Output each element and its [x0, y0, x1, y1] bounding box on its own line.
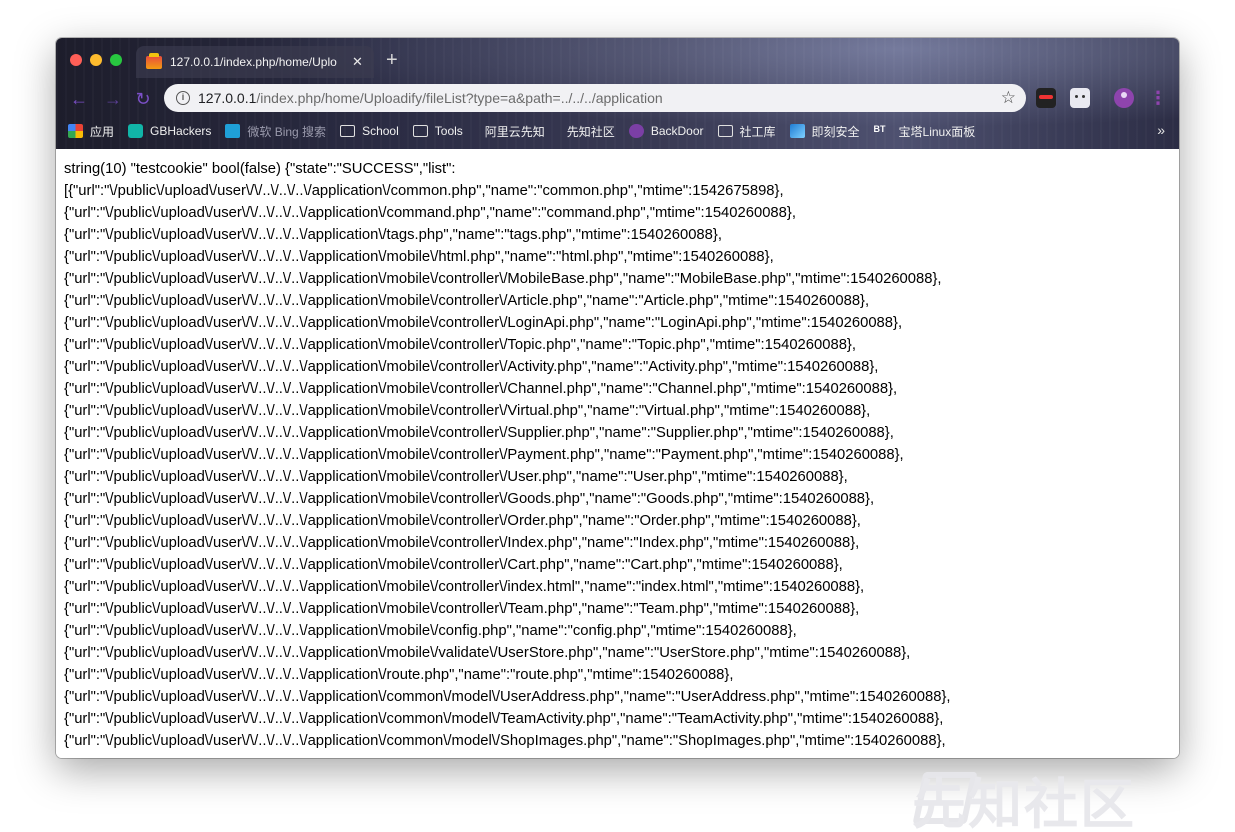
response-line: string(10) "testcookie" bool(false) {"st… [64, 161, 456, 177]
site-favicon-icon [146, 52, 162, 69]
extension-ghost-icon[interactable] [1070, 88, 1090, 108]
response-line: {"url":"\/public\/upload\/user\/\/..\/..… [64, 447, 904, 463]
profile-avatar-icon[interactable] [1114, 88, 1134, 108]
bookmark-label: 先知社区 [566, 124, 615, 139]
apps-grid-icon [68, 124, 83, 138]
url-host: 127.0.0.1 [198, 90, 257, 106]
response-line: {"url":"\/public\/upload\/user\/\/..\/..… [64, 271, 942, 287]
response-line: {"url":"\/public\/upload\/user\/\/..\/..… [64, 711, 944, 727]
bookmark-backdoor[interactable]: BackDoor [628, 124, 704, 138]
bookmarks-bar: 应用 GBHackers 微软 Bing 搜索 School Tools 阿里云… [68, 120, 989, 142]
bookmark-apps[interactable]: 应用 [68, 123, 114, 140]
new-tab-button[interactable]: + [386, 50, 398, 70]
page-content: string(10) "testcookie" bool(false) {"st… [56, 149, 1179, 758]
tab-title: 127.0.0.1/index.php/home/Uplo [170, 55, 337, 69]
site-info-icon[interactable]: i [176, 91, 190, 105]
tab-close-icon[interactable]: ✕ [352, 54, 363, 70]
watermark-text: 先知社区 [912, 773, 1136, 832]
response-line: {"url":"\/public\/upload\/user\/\/..\/..… [64, 403, 871, 419]
response-line: {"url":"\/public\/upload\/user\/\/..\/..… [64, 623, 797, 639]
response-line: {"url":"\/public\/upload\/user\/\/..\/..… [64, 293, 870, 309]
bookmark-gbhackers[interactable]: GBHackers [128, 124, 211, 138]
window-maximize-button[interactable] [110, 54, 122, 66]
response-line: {"url":"\/public\/upload\/user\/\/..\/..… [64, 249, 774, 265]
bing-icon [225, 124, 241, 138]
bookmark-bt-panel[interactable]: BT 宝塔Linux面板 [874, 123, 976, 140]
backdoor-icon [628, 124, 644, 138]
bookmark-label: GBHackers [150, 124, 212, 138]
bookmark-aliyun-xianzhi[interactable]: 阿里云先知 [485, 123, 545, 140]
window-minimize-button[interactable] [90, 54, 102, 66]
url-path: /index.php/home/Uploadify/fileList?type=… [256, 90, 663, 106]
response-line: {"url":"\/public\/upload\/user\/\/..\/..… [64, 491, 875, 507]
bookmark-label: 阿里云先知 [484, 124, 545, 139]
bookmark-star-icon[interactable]: ☆ [1001, 88, 1016, 108]
bookmark-label: 应用 [90, 124, 115, 139]
back-arrow-icon[interactable]: ← [68, 88, 90, 110]
bookmark-school[interactable]: School [340, 124, 399, 138]
bookmark-bing[interactable]: 微软 Bing 搜索 [225, 123, 326, 140]
address-bar[interactable]: i 127.0.0.1/index.php/home/Uploadify/fil… [164, 84, 1026, 112]
bookmark-tools[interactable]: Tools [412, 124, 463, 138]
window-close-button[interactable] [70, 54, 82, 66]
bookmark-label: School [362, 124, 399, 138]
browser-window: 127.0.0.1/index.php/home/Uplo ✕ + ← → ↻ … [56, 38, 1179, 758]
response-line: {"url":"\/public\/upload\/user\/\/..\/..… [64, 535, 860, 551]
response-line: {"url":"\/public\/upload\/user\/\/..\/..… [64, 689, 951, 705]
response-line: {"url":"\/public\/upload\/user\/\/..\/..… [64, 579, 865, 595]
bookmark-xianzhi-community[interactable]: 先知社区 [567, 123, 615, 140]
folder-icon [412, 125, 428, 137]
response-line: {"url":"\/public\/upload\/user\/\/..\/..… [64, 667, 734, 683]
bookmark-label: 微软 Bing 搜索 [247, 124, 327, 139]
bookmark-jike-security[interactable]: 即刻安全 [789, 123, 860, 140]
folder-icon [340, 125, 356, 137]
response-line: {"url":"\/public\/upload\/user\/\/..\/..… [64, 337, 856, 353]
bookmarks-overflow-icon[interactable]: » [1157, 122, 1165, 138]
browser-menu-icon[interactable]: ⋮ [1148, 88, 1168, 108]
response-line: {"url":"\/public\/upload\/user\/\/..\/..… [64, 227, 722, 243]
security-icon [789, 124, 805, 138]
bookmark-label: Tools [434, 124, 463, 138]
bt-icon: BT [873, 124, 886, 134]
response-line: {"url":"\/public\/upload\/user\/\/..\/..… [64, 645, 911, 661]
response-line: {"url":"\/public\/upload\/user\/\/..\/..… [64, 359, 879, 375]
folder-icon [717, 125, 733, 137]
response-line: {"url":"\/public\/upload\/user\/\/..\/..… [64, 425, 894, 441]
bookmark-label: 即刻安全 [811, 124, 860, 139]
bookmark-label: 社工库 [739, 124, 776, 139]
response-line: {"url":"\/public\/upload\/user\/\/..\/..… [64, 733, 946, 749]
browser-tab[interactable]: 127.0.0.1/index.php/home/Uplo ✕ [136, 46, 374, 78]
response-line: {"url":"\/public\/upload\/user\/\/..\/..… [64, 557, 843, 573]
response-line: {"url":"\/public\/upload\/user\/\/..\/..… [64, 205, 796, 221]
extension-mask-icon[interactable] [1036, 88, 1056, 108]
reload-icon[interactable]: ↻ [132, 88, 154, 110]
response-line: [{"url":"\/public\/upload\/user\/\/..\/.… [64, 183, 784, 199]
response-line: {"url":"\/public\/upload\/user\/\/..\/..… [64, 381, 898, 397]
response-line: {"url":"\/public\/upload\/user\/\/..\/..… [64, 601, 860, 617]
bookmark-label: BackDoor [650, 124, 704, 138]
response-line: {"url":"\/public\/upload\/user\/\/..\/..… [64, 315, 903, 331]
forward-arrow-icon[interactable]: → [102, 88, 124, 110]
gbhackers-icon [128, 124, 144, 138]
response-line: {"url":"\/public\/upload\/user\/\/..\/..… [64, 513, 861, 529]
bookmark-label: 宝塔Linux面板 [898, 124, 976, 139]
response-line: {"url":"\/public\/upload\/user\/\/..\/..… [64, 469, 848, 485]
bookmark-sgk[interactable]: 社工库 [717, 123, 776, 140]
